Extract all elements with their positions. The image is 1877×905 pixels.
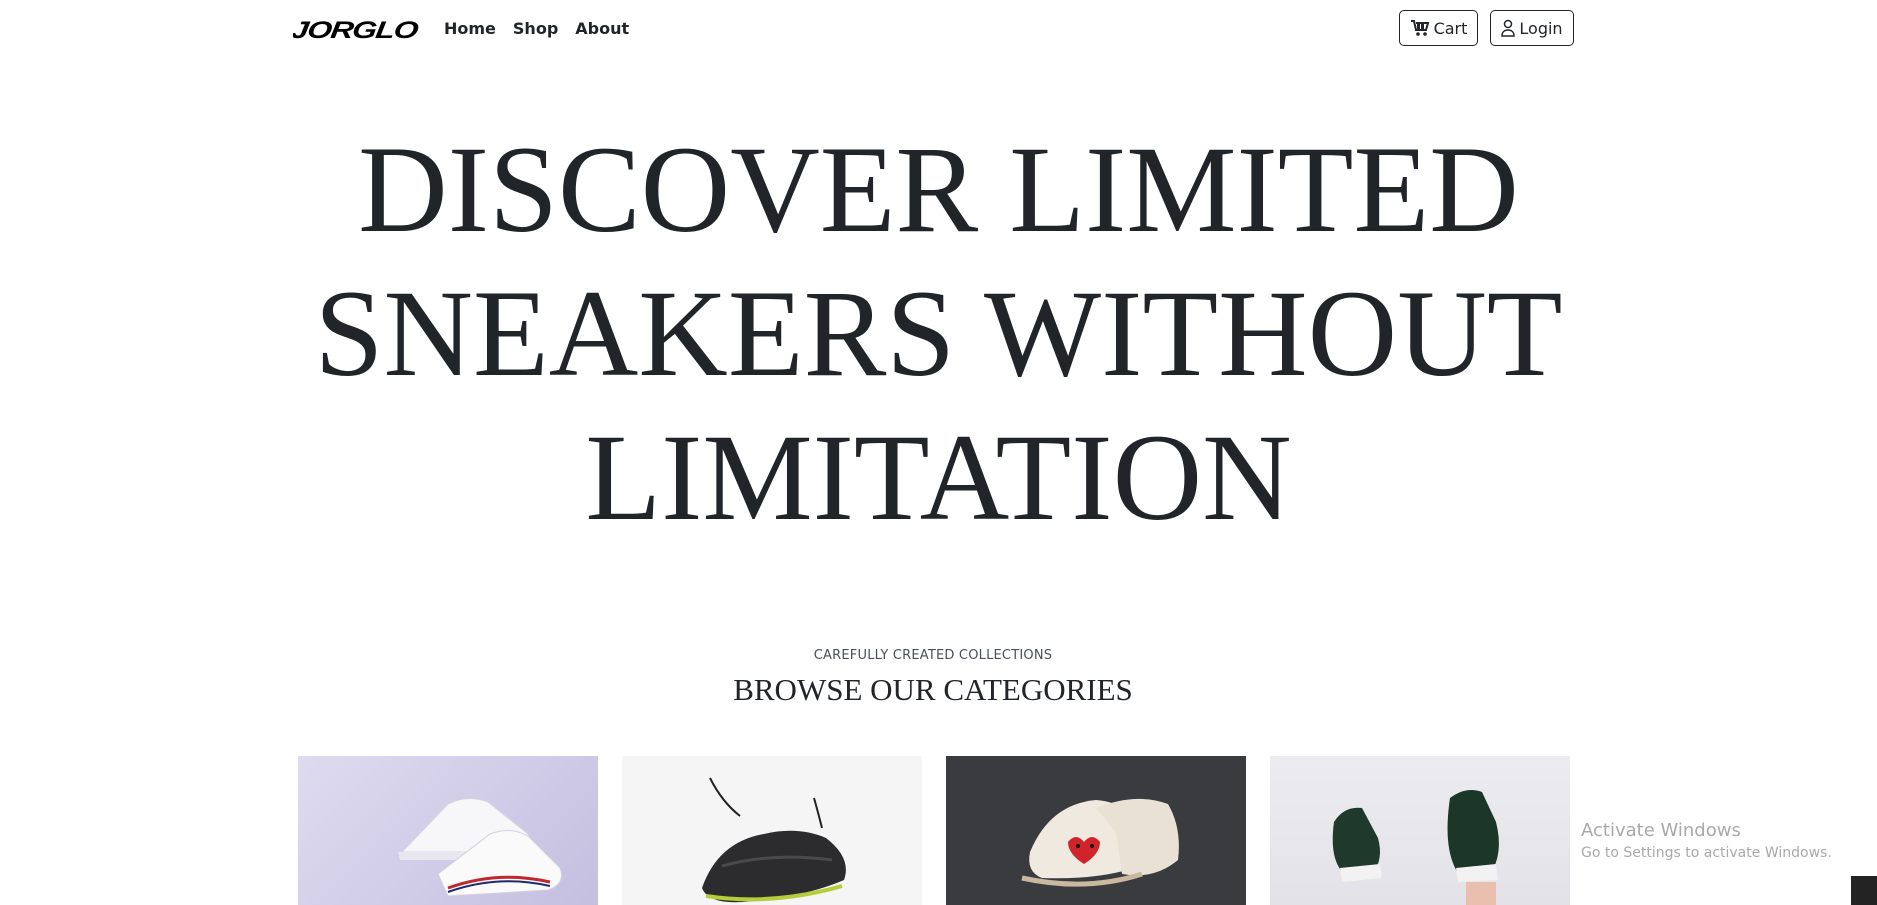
category-card-green-high-tops[interactable] [1270, 756, 1570, 905]
hero-headline-line-2: SNEAKERS WITHOUT [314, 265, 1563, 402]
black-running-shoe-image [702, 777, 846, 903]
hero-headline-line-3: LIMITATION [585, 409, 1292, 546]
category-card-black-running-shoe[interactable] [622, 756, 922, 905]
login-button[interactable]: Login [1490, 10, 1574, 46]
navbar: JORGLO Home Shop About Cart Login [0, 0, 1877, 58]
category-card-white-sneakers[interactable] [298, 756, 598, 905]
windows-activation-watermark: Activate Windows Go to Settings to activ… [1581, 819, 1832, 863]
cart-label: Cart [1433, 18, 1468, 38]
login-label: Login [1519, 18, 1563, 38]
green-high-tops-image [1332, 790, 1499, 905]
nav-links: Home Shop About [444, 18, 629, 40]
watermark-subtitle: Go to Settings to activate Windows. [1581, 845, 1832, 861]
brand-logo[interactable]: JORGLO [289, 17, 421, 44]
svg-text:JORGLO: JORGLO [293, 17, 421, 43]
categories-subtitle: CAREFULLY CREATED COLLECTIONS [813, 648, 1053, 663]
cart-icon [1410, 19, 1430, 37]
heart-print-sneakers-image [1021, 798, 1179, 887]
user-icon [1501, 19, 1516, 37]
category-card-heart-print-sneakers[interactable] [946, 756, 1246, 905]
watermark-title: Activate Windows [1581, 820, 1741, 841]
nav-link-about[interactable]: About [575, 18, 629, 40]
taskbar-corner-icon[interactable] [1851, 876, 1877, 905]
cart-button[interactable]: Cart [1399, 10, 1478, 46]
nav-link-shop[interactable]: Shop [513, 18, 558, 40]
hero-headline-line-1: DISCOVER LIMITED [358, 121, 1519, 258]
nav-link-home[interactable]: Home [444, 18, 496, 40]
white-sneakers-image [398, 798, 562, 897]
categories-title: BROWSE OUR CATEGORIES [733, 672, 1133, 707]
